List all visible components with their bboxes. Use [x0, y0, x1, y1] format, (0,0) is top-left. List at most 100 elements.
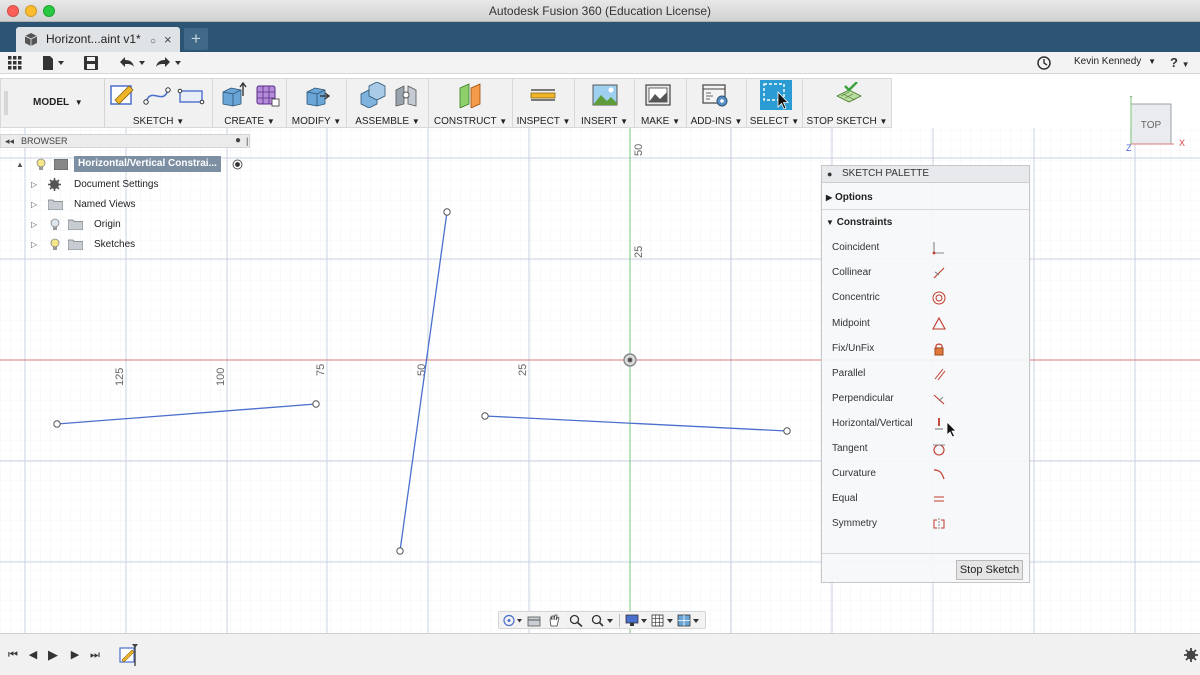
press-pull-icon[interactable]	[303, 82, 331, 108]
palette-collapse-icon[interactable]: ●	[827, 166, 832, 182]
collapse-arrow-icon: ▼	[826, 218, 834, 227]
timeline-last-icon[interactable]: ⏭	[88, 648, 102, 662]
options-section-toggle[interactable]: ▶ Options	[826, 192, 873, 203]
redo-icon[interactable]	[154, 55, 182, 71]
constraints-section-toggle[interactable]: ▼ Constraints	[826, 217, 892, 228]
save-icon[interactable]	[84, 55, 98, 71]
maximize-window-button[interactable]	[43, 5, 55, 17]
line-tool-icon[interactable]	[143, 82, 171, 108]
assemble-menu[interactable]: ASSEMBLE ▼	[347, 116, 428, 127]
document-tab[interactable]: Horizont...aint v1* ○ ×	[16, 27, 180, 52]
workspace-switcher[interactable]: MODEL ▼	[11, 79, 105, 129]
constraint-parallel[interactable]: Parallel	[832, 366, 1022, 382]
close-window-button[interactable]	[7, 5, 19, 17]
timeline-sketch-feature-icon[interactable]	[118, 644, 138, 666]
stop-sketch-button[interactable]: Stop Sketch	[956, 560, 1023, 580]
sketch-point[interactable]	[312, 400, 320, 408]
stop-sketch-menu[interactable]: STOP SKETCH ▼	[803, 116, 891, 127]
stop-sketch-icon[interactable]	[835, 82, 863, 108]
joint-icon[interactable]	[393, 82, 421, 108]
quick-access-bar: Kevin Kennedy ▼ ? ▼	[0, 52, 1200, 74]
help-menu[interactable]: ? ▼	[1170, 55, 1190, 71]
extrude-icon[interactable]	[219, 82, 247, 108]
constraint-equal[interactable]: Equal	[832, 491, 1022, 507]
insert-menu[interactable]: INSERT ▼	[575, 116, 634, 127]
grid-settings-icon[interactable]	[651, 614, 675, 627]
fusion360-window: Autodesk Fusion 360 (Education License) …	[0, 0, 1200, 675]
minimize-window-button[interactable]	[25, 5, 37, 17]
constraint-tangent[interactable]: Tangent	[832, 441, 1022, 457]
navigation-bar	[498, 611, 706, 629]
user-name: Kevin Kennedy	[1074, 56, 1142, 67]
sketch-point[interactable]	[396, 547, 404, 555]
constraint-symmetry[interactable]: Symmetry	[832, 516, 1022, 532]
sketch-point[interactable]	[783, 427, 791, 435]
constraint-coincident[interactable]: Coincident	[832, 240, 1022, 256]
browser-resize-icon[interactable]: |	[246, 135, 248, 147]
timeline-first-icon[interactable]: ⏮	[6, 648, 20, 662]
window-select-icon[interactable]	[760, 80, 792, 110]
create-sketch-icon[interactable]	[109, 82, 137, 108]
expand-arrow-icon[interactable]: ▷	[31, 196, 40, 213]
constraint-midpoint[interactable]: Midpoint	[832, 316, 1022, 332]
select-menu[interactable]: SELECT ▼	[747, 116, 802, 127]
job-status-clock-icon[interactable]	[1037, 55, 1051, 71]
viewports-icon[interactable]	[677, 614, 701, 627]
sketch-point[interactable]	[53, 420, 61, 428]
sketch-point[interactable]	[443, 208, 451, 216]
browser-pin-icon[interactable]: ●	[235, 135, 241, 147]
add-ins-menu[interactable]: ADD-INS ▼	[687, 116, 746, 127]
visibility-bulb-icon[interactable]	[50, 238, 60, 251]
orbit-icon[interactable]	[503, 614, 523, 627]
insert-group: INSERT ▼	[575, 79, 635, 129]
offset-plane-icon[interactable]	[457, 82, 485, 108]
sketch-point[interactable]	[481, 412, 489, 420]
constraint-horizontal-vertical[interactable]: Horizontal/Vertical	[832, 416, 1022, 432]
construct-menu[interactable]: CONSTRUCT ▼	[429, 116, 512, 127]
measure-icon[interactable]	[529, 82, 557, 108]
form-tspline-icon[interactable]	[253, 82, 281, 108]
insert-image-icon[interactable]	[591, 82, 619, 108]
new-tab-button[interactable]: +	[184, 28, 208, 50]
timeline-next-icon[interactable]: ▶	[68, 648, 82, 662]
display-settings-icon[interactable]	[625, 614, 649, 627]
constraint-fix-unfix[interactable]: Fix/UnFix	[832, 341, 1022, 357]
collinear-icon	[933, 267, 945, 279]
undo-icon[interactable]	[118, 55, 146, 71]
visibility-bulb-icon[interactable]	[36, 158, 46, 171]
view-cube[interactable]: TOP Y X Z	[1126, 96, 1186, 154]
rectangle-tool-icon[interactable]	[177, 82, 205, 108]
visibility-bulb-icon[interactable]	[50, 218, 60, 231]
fit-zoom-icon[interactable]	[591, 614, 615, 627]
constraint-curvature[interactable]: Curvature	[832, 466, 1022, 482]
create-menu[interactable]: CREATE ▼	[213, 116, 286, 127]
origin-point-icon[interactable]	[623, 353, 637, 367]
constraint-perpendicular[interactable]: Perpendicular	[832, 391, 1022, 407]
timeline-previous-icon[interactable]: ◀	[26, 648, 40, 662]
constraint-concentric[interactable]: Concentric	[832, 290, 1022, 306]
user-account-menu[interactable]: Kevin Kennedy ▼	[1074, 56, 1156, 67]
3d-print-icon[interactable]	[644, 82, 672, 108]
collapse-arrow-icon[interactable]: ▲	[16, 156, 25, 173]
expand-arrow-icon[interactable]: ▷	[31, 216, 40, 233]
timeline-play-icon[interactable]: ▶	[46, 648, 60, 662]
pan-hand-icon[interactable]	[547, 614, 561, 627]
zoom-icon[interactable]	[569, 614, 583, 627]
sketch-menu[interactable]: SKETCH ▼	[105, 116, 212, 127]
collapse-browser-icon[interactable]: ◂◂	[5, 135, 14, 147]
file-menu-icon[interactable]	[42, 55, 66, 71]
expand-arrow-icon[interactable]: ▷	[31, 176, 40, 193]
new-component-icon[interactable]	[359, 82, 387, 108]
scripts-addins-icon[interactable]	[701, 82, 729, 108]
make-label: MAKE	[640, 116, 670, 127]
gear-icon[interactable]	[1184, 648, 1198, 662]
inspect-menu[interactable]: INSPECT ▼	[513, 116, 574, 127]
expand-arrow-icon[interactable]: ▷	[31, 236, 40, 253]
close-tab-button[interactable]: ×	[164, 27, 172, 52]
make-menu[interactable]: MAKE ▼	[635, 116, 686, 127]
constraint-collinear[interactable]: Collinear	[832, 265, 1022, 281]
data-panel-grid-icon[interactable]	[8, 55, 22, 71]
look-at-icon[interactable]	[527, 614, 541, 627]
modify-menu[interactable]: MODIFY ▼	[287, 116, 346, 127]
active-radio-icon[interactable]	[232, 159, 243, 170]
